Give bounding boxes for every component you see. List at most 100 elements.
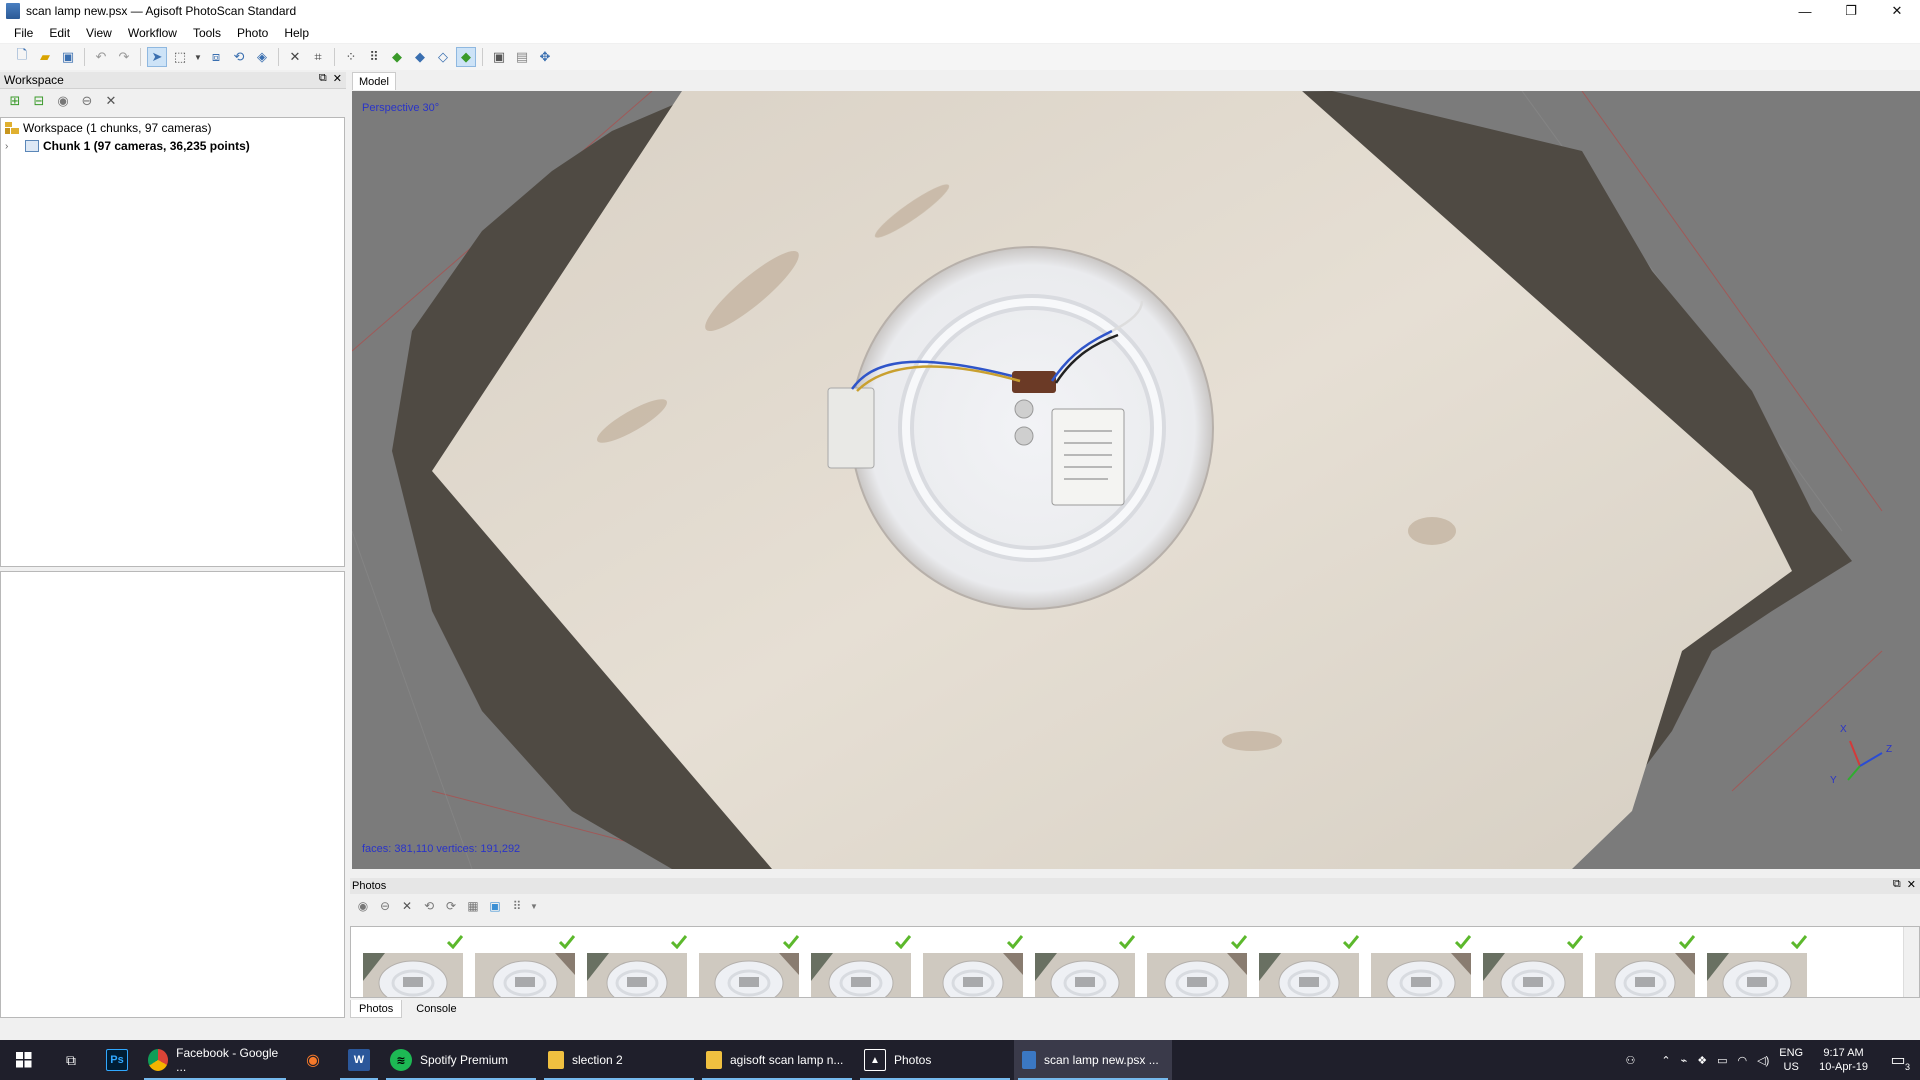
solid-model-icon[interactable]: ◆ [410,47,430,67]
workspace-toolbar: ⊞ ⊟ ◉ ⊖ ✕ [0,89,346,113]
model-viewport[interactable]: Perspective 30° faces: 381,110 vertices:… [352,91,1920,869]
taskbar-folder-agisoft[interactable]: agisoft scan lamp n... [698,1040,856,1080]
menu-edit[interactable]: Edit [41,26,78,40]
network-status-icon[interactable]: ⌁ [1681,1054,1688,1067]
photo-thumbnail[interactable] [1371,927,1471,997]
add-photos-icon[interactable]: ⊟ [30,92,48,110]
remove-items-icon[interactable]: ✕ [102,92,120,110]
taskbar: ⧉ Ps Facebook - Google ... ◉ W ≋ Spotify… [0,1040,1920,1080]
show-hidden-icons-chevron-icon[interactable]: ⌃ [1661,1054,1670,1067]
textured-model-icon[interactable]: ◆ [456,47,476,67]
enable-icon[interactable]: ◉ [54,92,72,110]
enable-cameras-icon[interactable]: ◉ [354,897,372,915]
restore-button[interactable]: ❐ [1828,0,1874,22]
dense-cloud-icon[interactable]: ⠿ [364,47,384,67]
photo-thumbnail[interactable] [1595,927,1695,997]
float-panel-icon[interactable]: ⧉ [1893,878,1901,891]
tab-console[interactable]: Console [408,1000,464,1018]
axis-label-z: Z [1886,744,1893,755]
language-label: ENG [1779,1047,1804,1059]
clock[interactable]: 9:17 AM 10-Apr-19 [1819,1046,1868,1074]
rectangle-selection-icon[interactable]: ⬚ [170,47,190,67]
crop-selection-icon[interactable]: ⌗ [308,47,328,67]
action-center-button[interactable]: ▭ 3 [1886,1048,1910,1072]
axis-triad [1847,740,1883,781]
filter-photos-icon[interactable]: ▣ [486,897,504,915]
taskbar-folder-slection[interactable]: slection 2 [540,1040,698,1080]
point-cloud-icon[interactable]: ⁘ [341,47,361,67]
photo-thumbnail[interactable] [811,927,911,997]
minimize-button[interactable]: — [1782,0,1828,22]
disable-icon[interactable]: ⊖ [78,92,96,110]
photo-thumbnail[interactable] [587,927,687,997]
tree-item-chunk[interactable]: › Chunk 1 (97 cameras, 36,235 points) [1,137,344,155]
start-button[interactable] [0,1040,48,1080]
photo-thumbnail[interactable] [363,927,463,997]
view-mode-icon[interactable]: ⠿ [508,897,526,915]
view-mode-dropdown-icon[interactable]: ▼ [530,897,538,915]
save-icon[interactable]: ▣ [58,47,78,67]
taskbar-photos[interactable]: ▲ Photos [856,1040,1014,1080]
resize-region-icon[interactable]: ◈ [252,47,272,67]
undo-icon[interactable]: ↶ [91,47,111,67]
selection-dropdown-icon[interactable]: ▼ [193,47,203,67]
remove-cameras-icon[interactable]: ✕ [398,897,416,915]
show-region-icon[interactable]: ▤ [512,47,532,67]
wifi-icon[interactable]: ◠ [1738,1054,1748,1067]
add-chunk-icon[interactable]: ⊞ [6,92,24,110]
dropbox-icon[interactable]: ❖ [1697,1054,1707,1067]
aligned-check-icon [1455,935,1471,949]
aligned-check-icon [1679,935,1695,949]
wireframe-model-icon[interactable]: ◇ [433,47,453,67]
close-panel-icon[interactable]: ✕ [333,72,342,85]
float-panel-icon[interactable]: ⧉ [319,72,327,85]
taskbar-spotify[interactable]: ≋ Spotify Premium [382,1040,540,1080]
aligned-check-icon [447,935,463,949]
open-folder-icon[interactable]: ▰ [35,47,55,67]
photo-thumbnail[interactable] [1483,927,1583,997]
expand-chevron-icon[interactable]: › [5,141,19,152]
photo-thumbnail[interactable] [475,927,575,997]
shaded-model-icon[interactable]: ◆ [387,47,407,67]
tab-photos[interactable]: Photos [350,1000,403,1018]
menu-tools[interactable]: Tools [185,26,229,40]
taskbar-word[interactable]: W [336,1040,382,1080]
tree-item-workspace[interactable]: Workspace (1 chunks, 97 cameras) [1,119,344,137]
taskbar-photoscan[interactable]: scan lamp new.psx ... [1014,1040,1172,1080]
close-panel-icon[interactable]: ✕ [1907,878,1916,891]
menu-workflow[interactable]: Workflow [120,26,185,40]
reset-filter-icon[interactable]: ▦ [464,897,482,915]
menu-photo[interactable]: Photo [229,26,276,40]
photo-thumbnail[interactable] [1259,927,1359,997]
photo-thumbnail[interactable] [1707,927,1807,997]
delete-selection-icon[interactable]: ✕ [285,47,305,67]
photo-thumbnail[interactable] [699,927,799,997]
thumbnail-scrollbar[interactable] [1903,927,1919,997]
language-indicator[interactable]: ENG US [1779,1046,1803,1074]
battery-icon[interactable]: ▭ [1717,1054,1727,1067]
people-icon[interactable]: ⚇ [1626,1054,1636,1067]
taskbar-photoshop[interactable]: Ps [94,1040,140,1080]
photo-thumbnail[interactable] [1035,927,1135,997]
tab-model[interactable]: Model [352,72,396,90]
rotate-left-icon[interactable]: ⟲ [420,897,438,915]
show-cameras-icon[interactable]: ▣ [489,47,509,67]
task-view-button[interactable]: ⧉ [48,1040,94,1080]
navigation-cursor-icon[interactable]: ➤ [147,47,167,67]
move-object-icon[interactable]: ⧈ [206,47,226,67]
menu-file[interactable]: File [6,26,41,40]
disable-cameras-icon[interactable]: ⊖ [376,897,394,915]
close-button[interactable]: ✕ [1874,0,1920,22]
taskbar-blender[interactable]: ◉ [290,1040,336,1080]
rotate-right-icon[interactable]: ⟳ [442,897,460,915]
photo-thumbnail[interactable] [923,927,1023,997]
new-file-icon[interactable]: 🗋 [12,47,32,67]
volume-icon[interactable]: ◁) [1757,1054,1769,1067]
menu-help[interactable]: Help [276,26,317,40]
photo-thumbnail[interactable] [1147,927,1247,997]
rotate-object-icon[interactable]: ⟲ [229,47,249,67]
redo-icon[interactable]: ↷ [114,47,134,67]
taskbar-chrome[interactable]: Facebook - Google ... [140,1040,290,1080]
reset-view-icon[interactable]: ✥ [535,47,555,67]
menu-view[interactable]: View [78,26,120,40]
